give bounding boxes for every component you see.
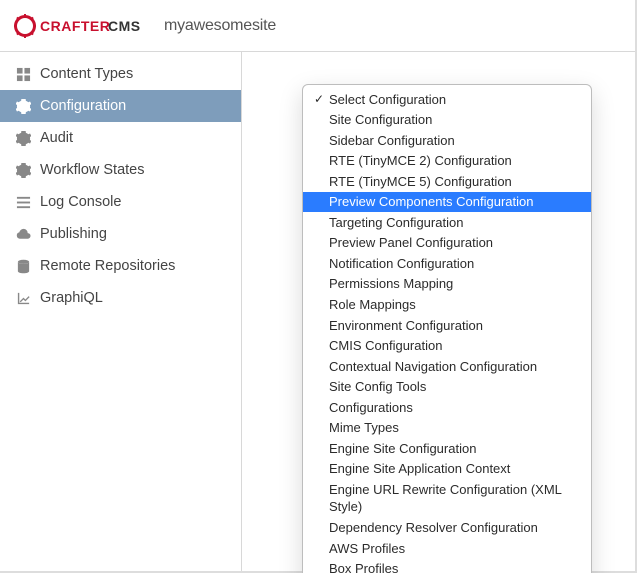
dropdown-option-label: Site Config Tools	[327, 378, 579, 396]
sidebar-item-content-types[interactable]: Content Types	[0, 58, 241, 90]
dropdown-option-label: Engine Site Application Context	[327, 460, 579, 478]
sidebar-item-graphiql[interactable]: GraphiQL	[0, 282, 241, 314]
dropdown-option[interactable]: Engine Site Configuration	[303, 438, 591, 459]
dropdown-option-label: Environment Configuration	[327, 317, 579, 335]
sidebar-item-remote-repositories[interactable]: Remote Repositories	[0, 250, 241, 282]
sidebar-item-label: Workflow States	[40, 162, 145, 178]
dropdown-option-label: Site Configuration	[327, 111, 579, 129]
configuration-dropdown[interactable]: ✓Select ConfigurationSite ConfigurationS…	[302, 84, 592, 573]
dropdown-option-label: RTE (TinyMCE 5) Configuration	[327, 173, 579, 191]
dropdown-option-label: RTE (TinyMCE 2) Configuration	[327, 152, 579, 170]
dropdown-option-label: Preview Components Configuration	[327, 193, 579, 211]
dropdown-option-label: Engine Site Configuration	[327, 440, 579, 458]
site-name: myawesomesite	[164, 17, 276, 35]
dropdown-option-label: Preview Panel Configuration	[327, 234, 579, 252]
dropdown-option-label: Mime Types	[327, 419, 579, 437]
dropdown-option[interactable]: Sidebar Configuration	[303, 130, 591, 151]
gear-icon	[12, 99, 34, 114]
dropdown-option-label: Select Configuration	[327, 91, 579, 109]
gear-icon	[12, 131, 34, 146]
dropdown-option-label: Box Profiles	[327, 560, 579, 573]
header: CRAFTER CMS myawesomesite	[0, 0, 635, 52]
sidebar-item-publishing[interactable]: Publishing	[0, 218, 241, 250]
dropdown-option[interactable]: Preview Panel Configuration	[303, 233, 591, 254]
dropdown-option[interactable]: Box Profiles	[303, 559, 591, 573]
sidebar-item-audit[interactable]: Audit	[0, 122, 241, 154]
svg-text:CMS: CMS	[108, 18, 141, 34]
dropdown-option-label: Targeting Configuration	[327, 214, 579, 232]
dropdown-option[interactable]: ✓Select Configuration	[303, 89, 591, 110]
dropdown-option[interactable]: Dependency Resolver Configuration	[303, 517, 591, 538]
dropdown-option-label: Sidebar Configuration	[327, 132, 579, 150]
cloud-icon	[12, 227, 34, 242]
dropdown-option-label: Configurations	[327, 399, 579, 417]
dropdown-option[interactable]: CMIS Configuration	[303, 336, 591, 357]
dropdown-option-label: Permissions Mapping	[327, 275, 579, 293]
dropdown-option[interactable]: Permissions Mapping	[303, 274, 591, 295]
dropdown-option[interactable]: Contextual Navigation Configuration	[303, 356, 591, 377]
sidebar-item-label: Publishing	[40, 226, 107, 242]
sidebar: Content Types Configuration Audit Workflow …	[0, 52, 242, 571]
sidebar-item-workflow-states[interactable]: Workflow States	[0, 154, 241, 186]
dropdown-option[interactable]: Notification Configuration	[303, 253, 591, 274]
dropdown-option-label: Notification Configuration	[327, 255, 579, 273]
dropdown-option-label: Role Mappings	[327, 296, 579, 314]
dropdown-option[interactable]: Site Config Tools	[303, 377, 591, 398]
main-area: ✓Select ConfigurationSite ConfigurationS…	[242, 52, 635, 571]
dropdown-option[interactable]: RTE (TinyMCE 5) Configuration	[303, 171, 591, 192]
brand-logo[interactable]: CRAFTER CMS	[14, 14, 142, 38]
sidebar-item-label: Audit	[40, 130, 73, 146]
dropdown-option[interactable]: Role Mappings	[303, 294, 591, 315]
sidebar-item-label: Log Console	[40, 194, 121, 210]
sidebar-item-label: Remote Repositories	[40, 258, 175, 274]
dropdown-option-label: CMIS Configuration	[327, 337, 579, 355]
list-icon	[12, 195, 34, 210]
dropdown-option[interactable]: RTE (TinyMCE 2) Configuration	[303, 151, 591, 172]
dropdown-option-label: Dependency Resolver Configuration	[327, 519, 579, 537]
dropdown-option[interactable]: Site Configuration	[303, 110, 591, 131]
dropdown-option-label: Contextual Navigation Configuration	[327, 358, 579, 376]
dropdown-option[interactable]: Preview Components Configuration	[303, 192, 591, 213]
dropdown-option[interactable]: Mime Types	[303, 418, 591, 439]
dropdown-option[interactable]: Environment Configuration	[303, 315, 591, 336]
sidebar-item-label: GraphiQL	[40, 290, 103, 306]
sidebar-item-configuration[interactable]: Configuration	[0, 90, 241, 122]
dropdown-option[interactable]: Configurations	[303, 397, 591, 418]
dropdown-option-label: AWS Profiles	[327, 540, 579, 558]
body: Content Types Configuration Audit Workflow …	[0, 52, 635, 571]
dropdown-option[interactable]: AWS Profiles	[303, 538, 591, 559]
db-icon	[12, 259, 34, 274]
gear-icon	[12, 163, 34, 178]
dropdown-option[interactable]: Engine URL Rewrite Configuration (XML St…	[303, 479, 591, 517]
sidebar-item-label: Configuration	[40, 98, 126, 114]
sidebar-item-label: Content Types	[40, 66, 133, 82]
chart-icon	[12, 291, 34, 306]
app-root: CRAFTER CMS myawesomesite Content TypesC…	[0, 0, 637, 573]
dropdown-option[interactable]: Engine Site Application Context	[303, 459, 591, 480]
sidebar-item-log-console[interactable]: Log Console	[0, 186, 241, 218]
check-icon: ✓	[311, 91, 327, 107]
grid-icon	[12, 67, 34, 82]
dropdown-option-label: Engine URL Rewrite Configuration (XML St…	[327, 481, 579, 516]
dropdown-option[interactable]: Targeting Configuration	[303, 212, 591, 233]
svg-text:CRAFTER: CRAFTER	[40, 18, 110, 34]
